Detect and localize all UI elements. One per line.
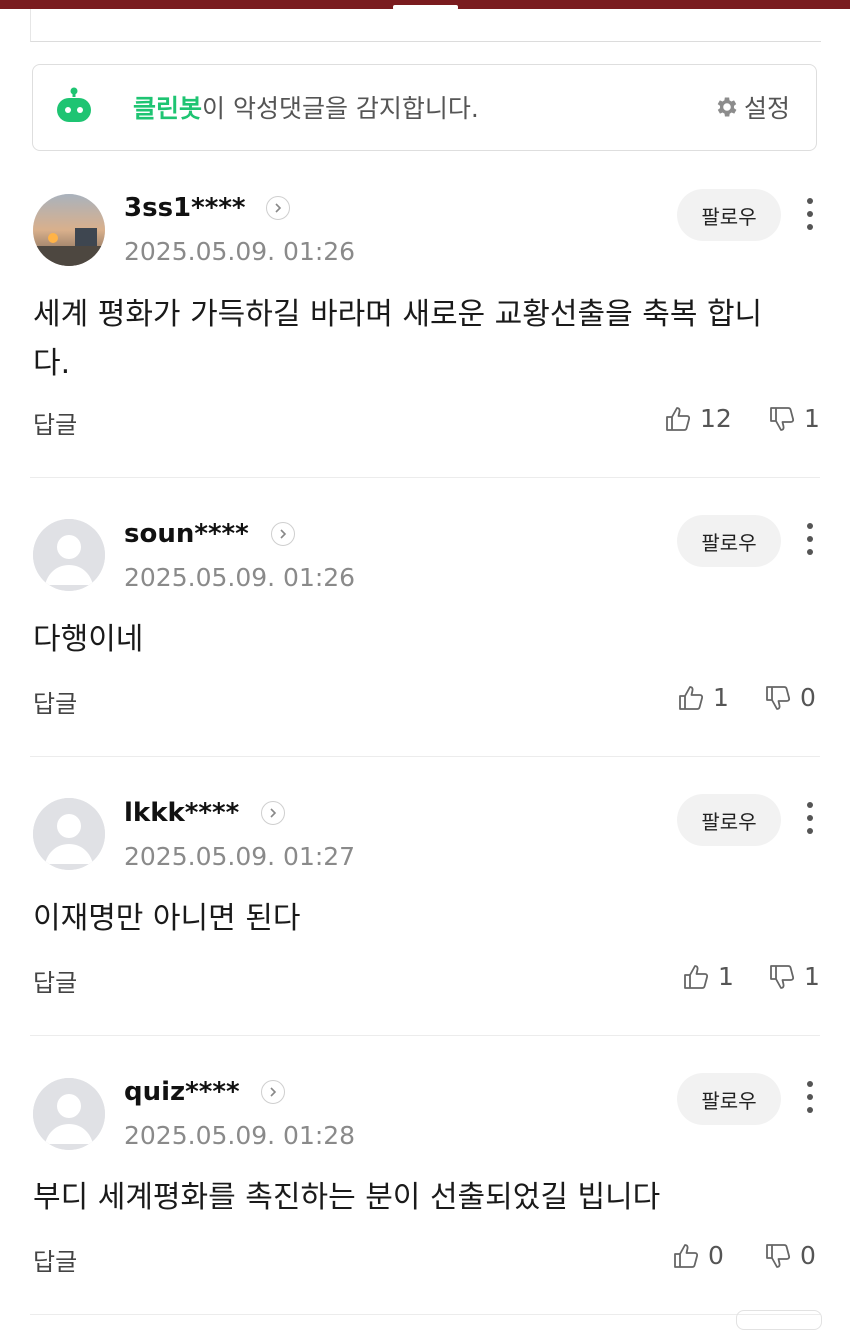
like-count: 1: [713, 683, 729, 712]
avatar[interactable]: [33, 519, 105, 591]
thumbs-down-icon: [770, 406, 795, 431]
more-options-icon[interactable]: [800, 195, 820, 235]
dislike-button[interactable]: 0: [764, 683, 816, 712]
dislike-count: 0: [800, 1241, 816, 1270]
username[interactable]: 3ss1****: [124, 193, 246, 223]
like-count: 0: [708, 1241, 724, 1270]
thumbs-up-icon: [666, 406, 691, 431]
more-options-icon[interactable]: [800, 1078, 820, 1118]
dislike-count: 0: [800, 683, 816, 712]
comment-header-frame: [30, 9, 821, 42]
thumbs-up-icon: [679, 685, 704, 710]
divider: [30, 756, 820, 757]
default-avatar-icon: [33, 1078, 105, 1150]
comment-text: 부디 세계평화를 촉진하는 분이 선출되었길 빕니다: [33, 1180, 661, 1215]
like-button[interactable]: 1: [682, 962, 734, 991]
comment-date: 2025.05.09. 01:26: [124, 237, 356, 266]
cleanbot-message-text: 이 악성댓글을 감지합니다.: [202, 94, 479, 123]
follow-button[interactable]: 팔로우: [677, 1073, 781, 1125]
like-count: 12: [700, 404, 732, 433]
cleanbot-message: 클린봇 이 악성댓글을 감지합니다.: [133, 65, 479, 149]
avatar[interactable]: [33, 798, 105, 870]
follow-button[interactable]: 팔로우: [677, 794, 781, 846]
dislike-count: 1: [804, 962, 820, 991]
comment-text: 이재명만 아니면 된다: [33, 901, 301, 936]
chevron-right-icon[interactable]: [271, 522, 295, 546]
cleanbot-settings-button[interactable]: 설정: [714, 65, 790, 149]
thumbs-up-icon: [674, 1243, 699, 1268]
dislike-count: 1: [804, 404, 820, 433]
default-avatar-icon: [33, 798, 105, 870]
cleanbot-banner: 클린봇 이 악성댓글을 감지합니다. 설정: [32, 64, 817, 151]
comment-date: 2025.05.09. 01:27: [124, 842, 356, 871]
reply-button[interactable]: 답글: [33, 684, 77, 719]
thumbs-down-icon: [766, 1243, 791, 1268]
thumbs-up-icon: [684, 964, 709, 989]
dislike-button[interactable]: 1: [768, 962, 820, 991]
gear-icon: [717, 97, 737, 117]
dislike-button[interactable]: 0: [764, 1241, 816, 1270]
follow-button[interactable]: 팔로우: [677, 515, 781, 567]
dislike-button[interactable]: 1: [768, 404, 820, 433]
comment-date: 2025.05.09. 01:28: [124, 1121, 356, 1150]
default-avatar-icon: [33, 519, 105, 591]
settings-label: 설정: [743, 94, 790, 123]
reply-button[interactable]: 답글: [33, 963, 77, 998]
like-button[interactable]: 12: [664, 404, 732, 433]
follow-button[interactable]: 팔로우: [677, 189, 781, 241]
like-button[interactable]: 1: [677, 683, 729, 712]
divider: [30, 1035, 820, 1036]
reply-button[interactable]: 답글: [33, 1242, 77, 1277]
reply-button[interactable]: 답글: [33, 405, 77, 440]
divider: [30, 1314, 820, 1315]
thumbs-down-icon: [766, 685, 791, 710]
username[interactable]: soun****: [124, 519, 249, 549]
comment-text: 다행이네: [33, 622, 144, 657]
comment-date: 2025.05.09. 01:26: [124, 563, 356, 592]
thumbs-down-icon: [770, 964, 795, 989]
cleanbot-name: 클린봇: [133, 94, 203, 123]
username[interactable]: lkkk****: [124, 798, 239, 828]
like-count: 1: [718, 962, 734, 991]
more-options-icon[interactable]: [800, 799, 820, 839]
partial-button[interactable]: [736, 1310, 822, 1330]
divider: [30, 477, 820, 478]
chevron-right-icon[interactable]: [261, 801, 285, 825]
username[interactable]: quiz****: [124, 1077, 240, 1107]
comment-text: 세계 평화가 가득하길 바라며 새로운 교황선출을 축복 합니다.: [33, 297, 763, 381]
cleanbot-robot-icon: [57, 87, 91, 122]
like-button[interactable]: 0: [672, 1241, 724, 1270]
avatar[interactable]: [33, 194, 105, 266]
chevron-right-icon[interactable]: [266, 196, 290, 220]
avatar[interactable]: [33, 1078, 105, 1150]
avatar-sunset-photo: [33, 194, 105, 266]
more-options-icon[interactable]: [800, 520, 820, 560]
chevron-right-icon[interactable]: [261, 1080, 285, 1104]
